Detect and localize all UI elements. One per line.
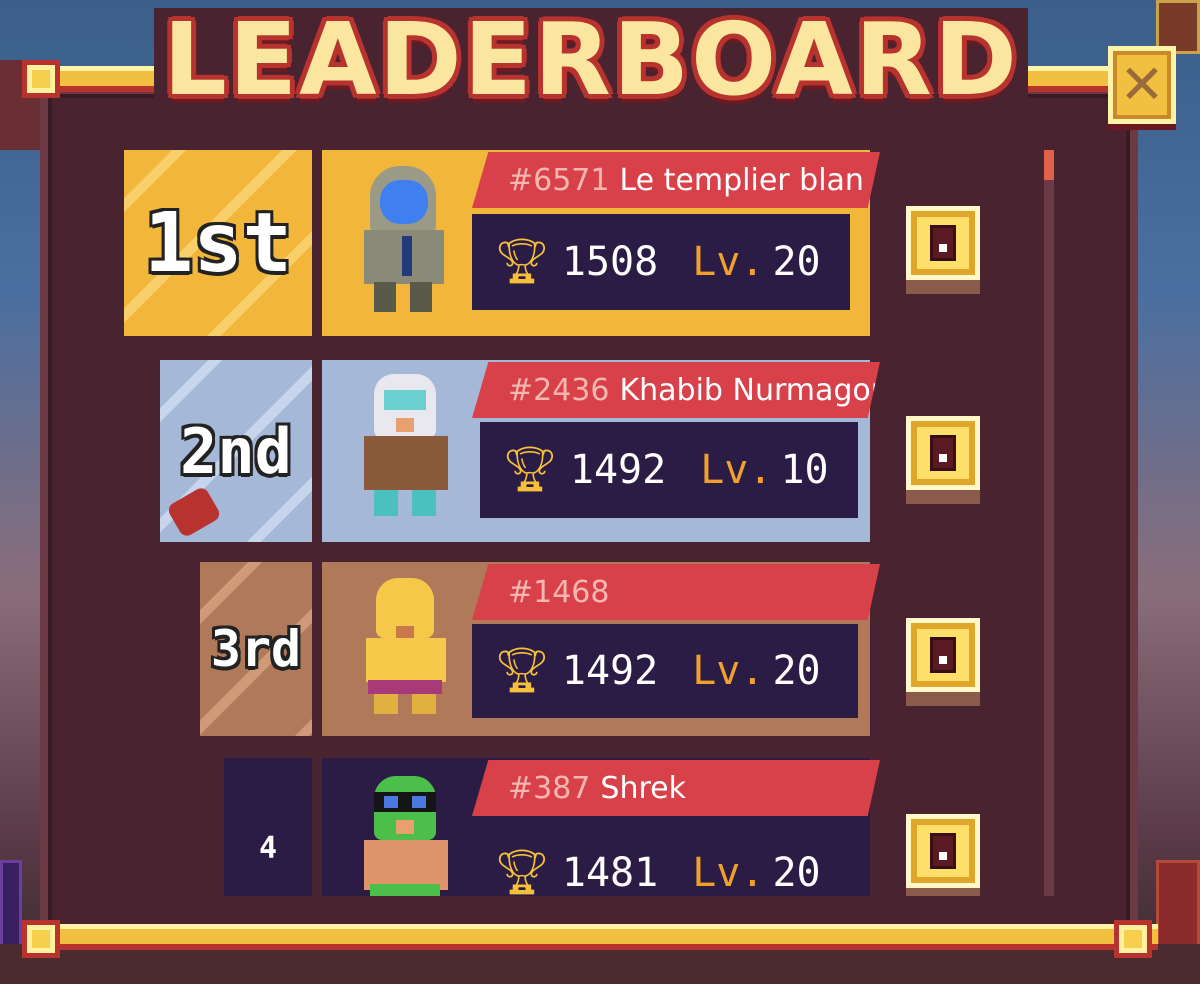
rank-label: 4 xyxy=(258,830,278,866)
profile-icon xyxy=(906,206,980,280)
player-card[interactable]: #2436 Khabib Nurmagor 🏆︎ 1492 Lv. 10 xyxy=(322,360,880,542)
player-name-banner: #2436 Khabib Nurmagor xyxy=(472,362,880,418)
trophy-icon: 🏆︎ xyxy=(494,847,550,896)
leaderboard-row: 4 #387 Shrek 🏆︎ 1481 Lv. 20 xyxy=(56,758,1046,896)
green-masked-avatar-icon xyxy=(340,776,470,896)
rail-knob xyxy=(22,920,60,958)
leaderboard-row: 3rd #1468 🏆︎ 1492 Lv. 20 xyxy=(56,562,1046,742)
player-id: #387 xyxy=(508,770,591,806)
close-x-icon: ✕ xyxy=(1119,53,1165,116)
profile-icon xyxy=(906,618,980,692)
leaderboard-row: 2nd #2436 Khabib Nurmagor 🏆︎ 1492 Lv. 10 xyxy=(56,360,1046,550)
player-name: Khabib Nurmagor xyxy=(619,372,880,408)
level-value: 20 xyxy=(772,648,821,694)
player-stats: 🏆︎ 1492 Lv. 10 xyxy=(480,422,858,518)
level-label: Lv. xyxy=(692,850,765,896)
rail-knob xyxy=(1114,920,1152,958)
trophy-count: 1481 xyxy=(561,850,659,896)
boxing-glove-icon xyxy=(162,484,223,539)
trophy-icon: 🏆︎ xyxy=(494,645,550,696)
rank-label: 2nd xyxy=(180,414,292,488)
leaderboard-row: 1st #6571 Le templier blan 🏆︎ 1508 Lv. 2… xyxy=(56,150,1046,340)
level-value: 20 xyxy=(772,239,821,285)
button-shadow xyxy=(906,888,980,896)
player-id: #2436 xyxy=(508,372,610,408)
view-profile-button[interactable] xyxy=(906,206,980,298)
view-profile-button[interactable] xyxy=(906,814,980,896)
astronaut-avatar-icon xyxy=(340,166,470,316)
player-name: Shrek xyxy=(600,770,686,806)
button-shadow xyxy=(906,692,980,706)
player-name-banner: #387 Shrek xyxy=(472,760,880,816)
level-label: Lv. xyxy=(692,239,765,285)
title-banner: LEADERBOARD xyxy=(154,8,1028,112)
player-stats: 🏆︎ 1508 Lv. 20 xyxy=(472,214,850,310)
profile-icon xyxy=(906,416,980,490)
leaderboard-list: 1st #6571 Le templier blan 🏆︎ 1508 Lv. 2… xyxy=(56,140,1046,896)
level-label: Lv. xyxy=(692,648,765,694)
trophy-count: 1508 xyxy=(561,239,659,285)
trophy-count: 1492 xyxy=(569,447,667,493)
leaderboard-title: LEADERBOARD xyxy=(163,1,1019,118)
luchador-avatar-icon xyxy=(340,374,470,524)
level-value: 10 xyxy=(780,447,829,493)
rank-badge: 3rd xyxy=(200,562,312,736)
player-stats: 🏆︎ 1492 Lv. 20 xyxy=(472,624,858,718)
view-profile-button[interactable] xyxy=(906,618,980,710)
button-shadow xyxy=(906,490,980,504)
player-card[interactable]: #1468 🏆︎ 1492 Lv. 20 xyxy=(322,562,880,736)
rank-badge: 4 xyxy=(224,758,312,896)
player-name-banner: #6571 Le templier blan xyxy=(472,152,880,208)
player-name-banner: #1468 xyxy=(472,564,880,620)
player-card[interactable]: #6571 Le templier blan 🏆︎ 1508 Lv. 20 xyxy=(322,150,880,336)
player-id: #6571 xyxy=(508,162,610,198)
level-value: 20 xyxy=(772,850,821,896)
rail-knob xyxy=(22,60,60,98)
trophy-icon: 🏆︎ xyxy=(494,236,550,287)
rank-label: 1st xyxy=(143,195,293,291)
button-shadow xyxy=(906,280,980,294)
player-id: #1468 xyxy=(508,574,610,610)
yellow-wrestler-avatar-icon xyxy=(340,578,470,728)
profile-icon xyxy=(906,814,980,888)
player-card[interactable]: #387 Shrek 🏆︎ 1481 Lv. 20 xyxy=(322,758,880,896)
player-name: Le templier blan xyxy=(619,162,864,198)
view-profile-button[interactable] xyxy=(906,416,980,508)
trophy-count: 1492 xyxy=(561,648,659,694)
rank-badge: 1st xyxy=(124,150,312,336)
player-stats: 🏆︎ 1481 Lv. 20 xyxy=(472,826,858,896)
bottom-rail xyxy=(22,924,1158,950)
close-button[interactable]: ✕ xyxy=(1108,46,1176,124)
level-label: Lv. xyxy=(700,447,773,493)
background-ground xyxy=(0,944,1200,984)
trophy-icon: 🏆︎ xyxy=(502,444,558,495)
rank-label: 3rd xyxy=(210,620,302,678)
